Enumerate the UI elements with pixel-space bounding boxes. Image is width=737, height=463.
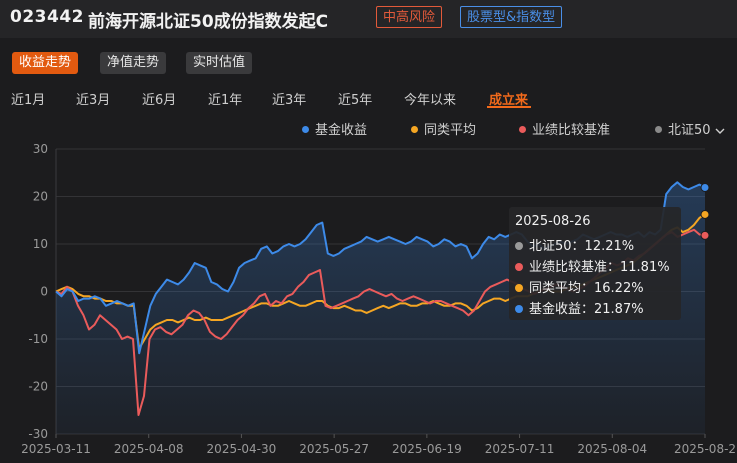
period-tab-5y[interactable]: 近5年 [338,89,372,108]
risk-level-badge: 中高风险 [376,6,443,28]
series-endpoint-fund [700,182,710,192]
active-period-indicator [487,106,531,108]
tooltip-dot-index [515,241,523,250]
tooltip-value-peer: 同类平均：16.22% [529,281,644,296]
legend-label-index: 北证50 [668,123,711,138]
y-tick-label: 20 [33,190,48,204]
period-tab-6m[interactable]: 近6月 [142,89,176,108]
tooltip-row-fund: 基金收益：21.87% [515,298,644,317]
x-tick-label: 2025-03-11 [21,442,91,456]
x-tick-label: 2025-06-19 [392,442,462,456]
x-tick-label: 2025-07-11 [485,442,555,456]
y-tick-label: 0 [40,285,48,299]
fund-header: 023442 前海开源北证50成份指数发起C 中高风险 股票型&指数型 [0,0,737,38]
legend-item-index[interactable]: 北证50 [655,119,725,138]
legend-dot-index [655,126,662,133]
fund-code: 023442 [10,7,84,27]
x-tick-label: 2025-08-2 [674,442,736,456]
period-tab-3m[interactable]: 近3月 [76,89,110,108]
y-tick-label: 10 [33,237,48,251]
legend-dot-benchmark [519,126,526,133]
y-tick-label: -10 [28,332,48,346]
period-tab-1m[interactable]: 近1月 [11,89,45,108]
legend-dot-peer [411,126,418,133]
x-tick-label: 2025-08-04 [577,442,647,456]
y-tick-label: 30 [33,142,48,156]
period-tab-1y[interactable]: 近1年 [208,89,242,108]
chart-tooltip: 2025-08-26 北证50：12.21% 业绩比较基准：11.81% 同类平… [509,207,681,320]
series-endpoint-peer [700,209,710,219]
tooltip-dot-peer [515,283,523,292]
realtime-estimate-button[interactable]: 实时估值 [186,52,253,74]
chevron-down-icon[interactable] [715,127,725,135]
fund-name: 前海开源北证50成份指数发起C [88,12,329,32]
legend-item-benchmark[interactable]: 业绩比较基准 [519,119,610,138]
tooltip-row-peer: 同类平均：16.22% [515,277,644,296]
tooltip-row-benchmark: 业绩比较基准：11.81% [515,256,670,275]
period-tab-3y[interactable]: 近3年 [272,89,306,108]
y-tick-label: -30 [28,427,48,441]
tooltip-row-index: 北证50：12.21% [515,235,634,254]
x-tick-label: 2025-04-08 [114,442,184,456]
tooltip-dot-benchmark [515,262,523,271]
legend-dot-fund [302,126,309,133]
y-tick-label: -20 [28,380,48,394]
return-trend-button[interactable]: 收益走势 [12,52,79,74]
series-endpoint-benchmark [700,230,710,240]
tooltip-dot-fund [515,304,523,313]
tooltip-value-index: 北证50：12.21% [529,239,635,254]
x-tick-label: 2025-04-30 [207,442,277,456]
legend-item-peer[interactable]: 同类平均 [411,119,476,138]
tooltip-value-benchmark: 业绩比较基准：11.81% [529,260,670,275]
tooltip-value-fund: 基金收益：21.87% [529,302,644,317]
x-tick-label: 2025-05-27 [299,442,369,456]
legend-label-fund: 基金收益 [315,123,368,138]
legend-item-fund[interactable]: 基金收益 [302,119,367,138]
tooltip-date: 2025-08-26 [515,214,591,229]
fund-type-badge: 股票型&指数型 [460,6,563,28]
legend-label-peer: 同类平均 [424,123,477,138]
nav-trend-button[interactable]: 净值走势 [100,52,167,74]
legend-label-benchmark: 业绩比较基准 [532,123,611,138]
period-tab-ytd[interactable]: 今年以来 [404,89,456,108]
